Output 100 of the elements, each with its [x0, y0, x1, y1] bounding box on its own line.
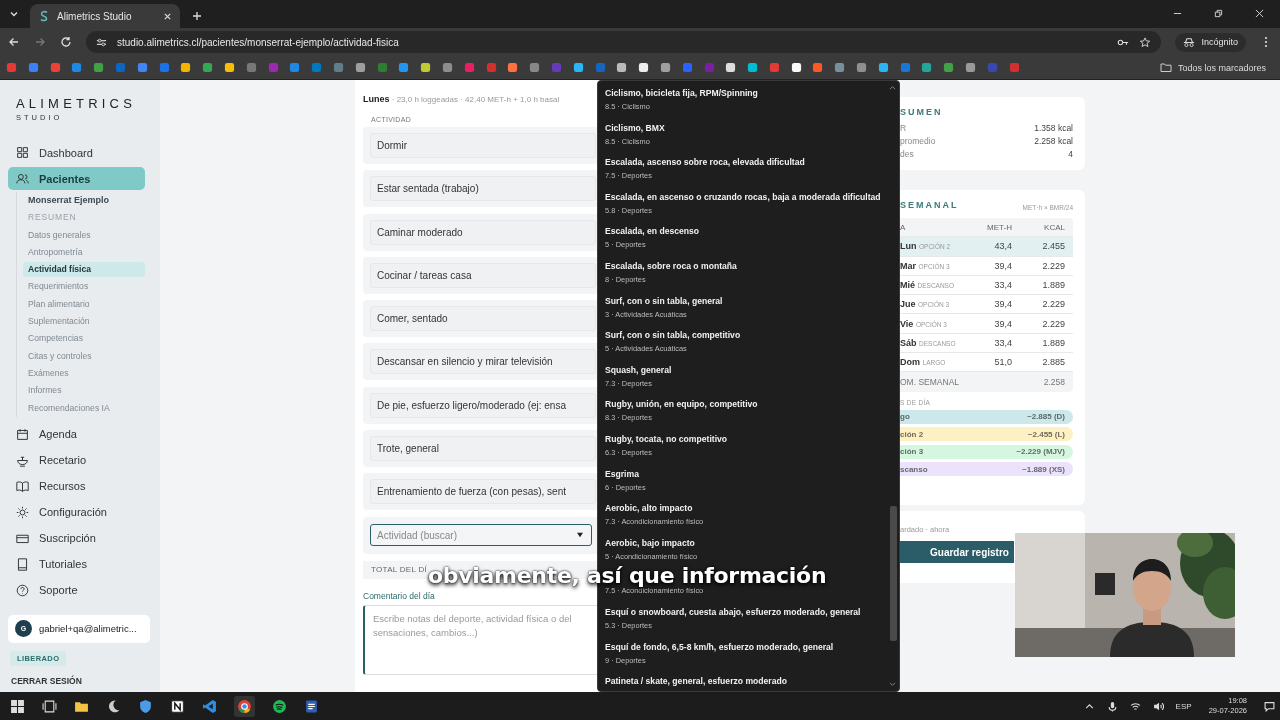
table-cell-text: 2.885 [1041, 357, 1066, 368]
nav-item[interactable]: Recetario [8, 448, 145, 472]
nav-item[interactable]: Dashboard [8, 141, 145, 164]
activity-search-field[interactable]: Actividad (buscar) [370, 524, 592, 547]
back-arrow-icon[interactable] [8, 36, 20, 48]
activity-field[interactable]: De pie, esfuerzo ligero/moderado (ej: ensa [370, 392, 596, 418]
browser-tab[interactable]: Alimetrics Studio [30, 4, 180, 28]
nav-item[interactable]: Suscripción [8, 526, 145, 550]
scroll-up-icon[interactable] [889, 85, 896, 90]
notification-icon[interactable] [1264, 700, 1275, 712]
bookmark-icon[interactable] [638, 62, 650, 73]
scroll-down-icon[interactable] [889, 682, 896, 687]
nav-item[interactable]: Soporte [8, 578, 145, 602]
scrollbar-thumb[interactable] [890, 506, 897, 641]
option-title[interactable]: Escalada, en ascenso o cruzando rocas, baja a moderada dificultad [605, 189, 881, 204]
activity-field[interactable]: Descansar en silencio y mirar televisión [370, 349, 596, 375]
address-bar[interactable]: studio.alimetrics.cl/pacientes/monserrat-ejemplo/actividad-fisica [86, 31, 1162, 53]
bookmark-icon[interactable] [747, 62, 759, 73]
incognito-button[interactable]: Incógnito [1175, 32, 1246, 52]
nav-item[interactable]: Configuración [8, 500, 145, 524]
tablet-icon [16, 557, 29, 571]
activity-field[interactable]: Caminar moderado [370, 219, 596, 245]
activity-field[interactable]: Estar sentada (trabajo) [370, 176, 596, 202]
forward-arrow-icon[interactable] [34, 36, 46, 48]
day-type-pill: scanso ~1.889 (XS) [900, 462, 1073, 477]
table-cell-text: 2.455 [1041, 241, 1066, 252]
language-indicator[interactable]: ESP [1175, 701, 1192, 711]
option-title[interactable]: Ciclismo, bicicleta fija, RPM/Spinning [605, 86, 758, 100]
option-title[interactable]: Esgrima [605, 466, 639, 481]
restore-icon[interactable] [1214, 9, 1223, 18]
task-view-icon[interactable] [42, 698, 57, 714]
day-cell: Mar [900, 260, 916, 271]
save-button[interactable]: Guardar registro [900, 541, 1014, 563]
windows-icon[interactable] [10, 698, 25, 714]
app-logo-icon [38, 10, 50, 22]
option-title[interactable]: Escalada, ascenso sobre roca, elevada dificultad [605, 155, 805, 170]
day-type-pill: go ~2.885 (D) [900, 409, 1073, 424]
bookmark-icon[interactable] [790, 62, 802, 73]
shield-icon[interactable] [138, 698, 153, 714]
code-editor-icon[interactable] [202, 698, 217, 714]
option-title[interactable]: Surf, con o sin tabla, general [605, 293, 723, 308]
bookmark-icon[interactable] [659, 62, 671, 73]
day-summary: Lunes · 23,0 h loggeadas · 42,40 MET-h + 1,0 h basal [363, 94, 561, 104]
option-title[interactable]: Squash, general [605, 362, 672, 377]
star-icon[interactable] [1139, 36, 1152, 48]
activity-field[interactable]: Dormir [370, 133, 596, 158]
logout-link[interactable]: CERRAR SESIÓN [11, 675, 82, 686]
nav-item[interactable]: Agenda [8, 422, 145, 446]
day-cell: Lun [900, 241, 917, 252]
reload-icon[interactable] [60, 36, 72, 48]
option-title[interactable]: Rugby, unión, en equipo, competitivo [605, 397, 758, 412]
folder-icon [1159, 62, 1172, 73]
column-header: KCAL [1043, 222, 1066, 232]
microphone-icon[interactable] [1106, 700, 1118, 712]
table-cell-text: 2.229 [1041, 260, 1066, 271]
document-app-icon[interactable] [304, 698, 319, 714]
notebook-icon[interactable] [170, 698, 185, 714]
option-title[interactable]: Rugby, tocata, no competitivo [605, 431, 728, 446]
activity-field[interactable]: Comer, sentado [370, 306, 596, 332]
summary-value: 1.358 kcal [1034, 122, 1073, 133]
bookmark-icon[interactable] [180, 62, 192, 73]
bookmarks-folder[interactable]: Todos los marcadores [1159, 62, 1266, 73]
submenu-item[interactable]: Actividad física [23, 262, 145, 278]
bookmark-icon[interactable] [572, 62, 584, 73]
option-title[interactable]: Aerobic, alto impacto [605, 501, 693, 516]
speaker-icon[interactable] [1152, 700, 1164, 712]
option-title[interactable]: Esquí de fondo, 6,5-8 km/h, esfuerzo moderado, general [605, 639, 834, 654]
close-icon[interactable] [1255, 9, 1264, 18]
music-app-icon[interactable] [272, 698, 287, 714]
table-cell-text: 1.889 [1041, 280, 1066, 291]
bookmark-icon[interactable] [420, 62, 432, 73]
table-cell-text: 2.229 [1041, 318, 1066, 329]
day-type-pill: ción 2 ~2.455 (L) [900, 427, 1073, 442]
nav-item[interactable]: Pacientes [8, 167, 145, 190]
option-title[interactable]: Surf, con o sin tabla, competitivo [605, 328, 741, 343]
activity-field[interactable]: Cocinar / tareas casa [370, 262, 596, 288]
option-title[interactable]: Ciclismo, BMX [605, 120, 665, 135]
column-header: A [900, 222, 907, 232]
nav-item[interactable]: Tutoriales [8, 552, 145, 576]
moon-icon[interactable] [106, 698, 121, 714]
new-tab-icon[interactable] [192, 11, 202, 21]
activity-field[interactable]: Trote, general [370, 436, 596, 462]
bookmark-icon[interactable] [877, 62, 889, 73]
bookmark-icon[interactable] [223, 62, 235, 73]
option-title[interactable]: Escalada, sobre roca o montaña [605, 258, 737, 273]
wifi-icon[interactable] [1129, 700, 1141, 712]
close-icon[interactable] [163, 11, 172, 21]
patient-name[interactable]: Monserrat Ejemplo [17, 192, 110, 210]
option-title[interactable]: Esquí o snowboard, cuesta abajo, esfuerzo moderado, general [605, 604, 861, 619]
activity-field[interactable]: Entrenamiento de fuerza (con pesas), sent [370, 479, 596, 505]
option-title[interactable]: Patineta / skate, general, esfuerzo moderado [605, 674, 787, 689]
site-settings-icon[interactable] [96, 36, 107, 48]
bookmark-icon[interactable] [616, 62, 628, 73]
bookmark-icon[interactable] [725, 62, 737, 73]
book-icon [16, 479, 29, 493]
option-title[interactable]: Aerobic, bajo impacto [605, 535, 695, 550]
nav-item[interactable]: Recursos [8, 474, 145, 498]
option-title[interactable]: Escalada, en descenso [605, 224, 700, 239]
browser-icon[interactable] [234, 695, 255, 717]
table-cell-text: OM. SEMANAL [900, 377, 961, 387]
